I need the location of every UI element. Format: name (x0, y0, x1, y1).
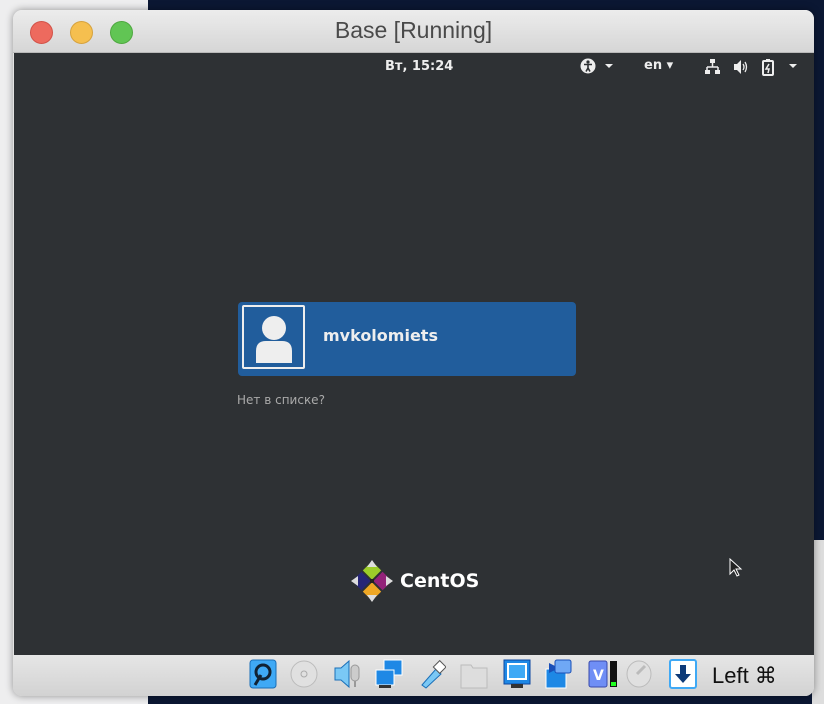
user-icon (256, 316, 292, 363)
language-menu[interactable]: en ▾ (644, 58, 673, 73)
gnome-top-bar: Вт, 15:24 en ▾ (14, 53, 814, 81)
optical-drive-icon[interactable] (290, 659, 318, 689)
volume-icon[interactable] (732, 58, 750, 80)
window-title: Base [Running] (334, 17, 493, 43)
display-icon[interactable] (503, 659, 531, 689)
language-label: en (644, 58, 663, 73)
keyboard-capture-icon[interactable] (669, 659, 697, 689)
host-key-label: Left ⌘ (712, 663, 777, 688)
avatar (242, 305, 305, 369)
mouse-integration-icon[interactable] (625, 659, 653, 689)
centos-emblem-icon (351, 560, 393, 602)
accessibility-icon[interactable] (580, 58, 614, 80)
user-list-item[interactable]: mvkolomiets (238, 302, 576, 376)
video-capture-icon[interactable] (545, 659, 573, 689)
usb-icon[interactable] (418, 659, 446, 689)
network-icon[interactable] (704, 58, 722, 80)
shared-folders-icon[interactable] (460, 659, 488, 689)
audio-icon[interactable] (333, 659, 361, 689)
network-adapter-icon[interactable] (375, 659, 403, 689)
battery-icon[interactable] (760, 58, 802, 80)
status-bar: V Left ⌘ (13, 655, 814, 696)
clock[interactable]: Вт, 15:24 (385, 59, 453, 74)
mouse-cursor-icon (729, 558, 743, 577)
centos-wordmark: CentOS (400, 570, 480, 592)
svg-text:V: V (593, 668, 604, 684)
not-listed-link[interactable]: Нет в списке? (237, 393, 325, 407)
title-bar: Base [Running] (13, 10, 814, 53)
vm-window: Base [Running] Вт, 15:24 en ▾ mvkolomiet… (13, 10, 814, 696)
hard-disk-icon[interactable] (249, 659, 277, 689)
username: mvkolomiets (323, 326, 438, 345)
centos-logo: CentOS (350, 559, 479, 603)
cpu-icon[interactable]: V (587, 659, 619, 689)
vm-screen[interactable]: Вт, 15:24 en ▾ mvkolomiets Нет в списке? (14, 53, 814, 655)
